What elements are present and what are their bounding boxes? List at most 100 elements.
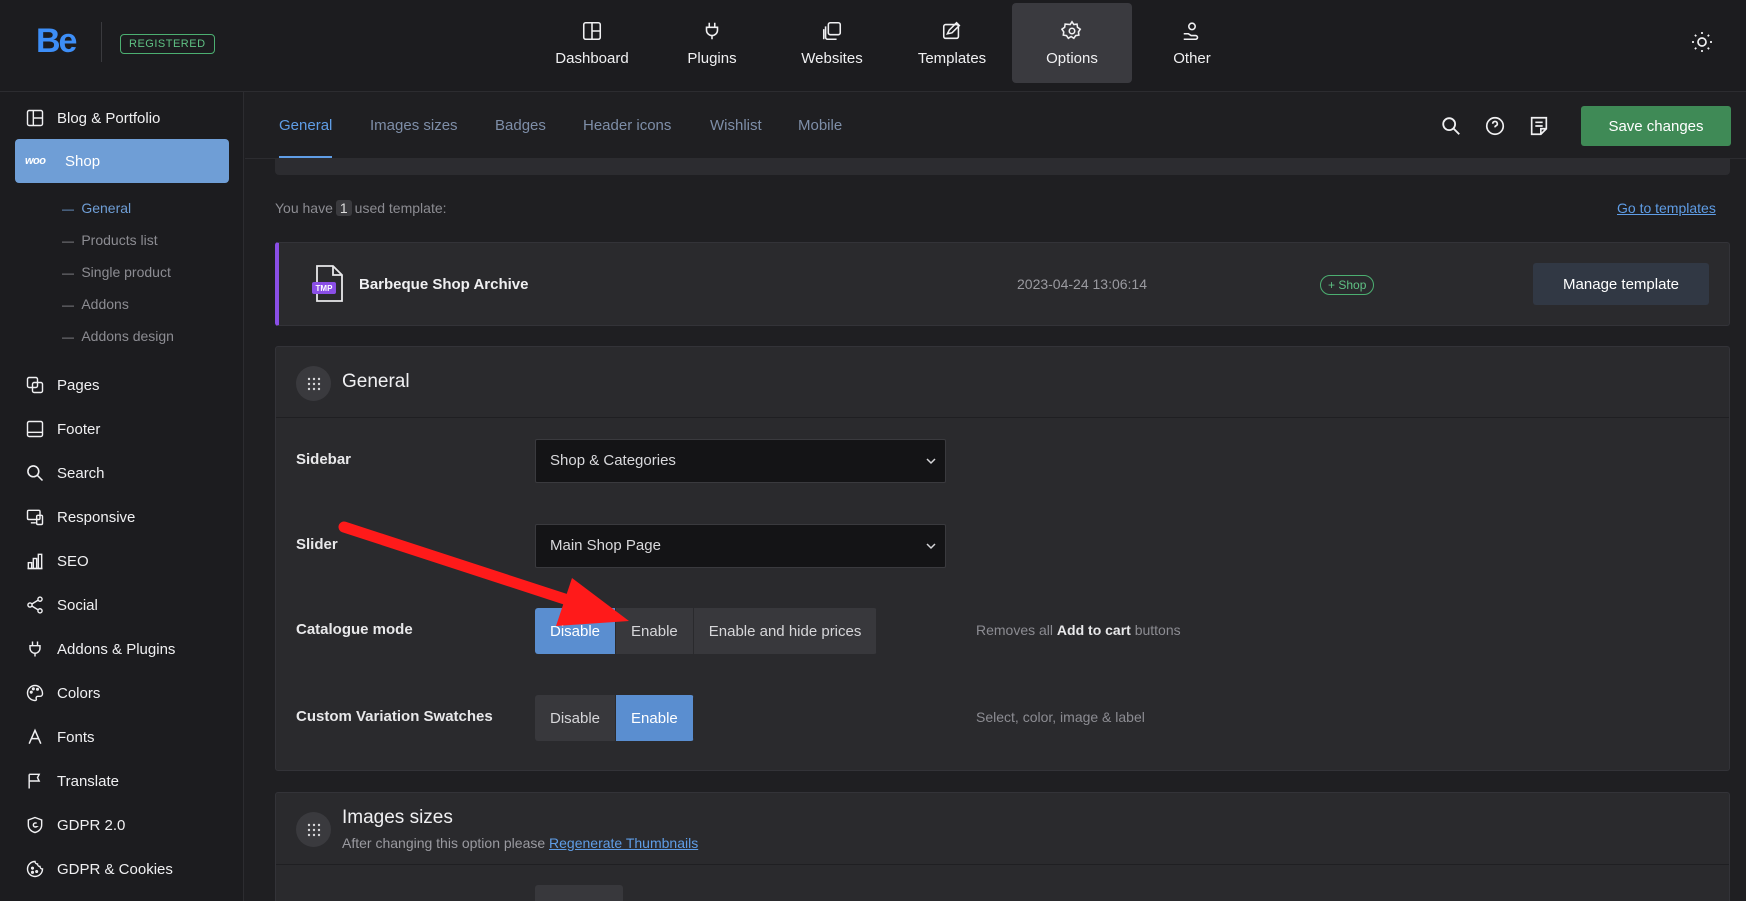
tab-mobile[interactable]: Mobile (798, 93, 842, 159)
sidebar-item-label: Fonts (57, 728, 95, 746)
nav-plugins[interactable]: Plugins (652, 3, 772, 83)
chevron-down-icon (926, 543, 936, 550)
notes-icon[interactable] (1528, 115, 1550, 137)
go-to-templates-link[interactable]: Go to templates (1617, 200, 1716, 216)
sidebar-item-gdpr[interactable]: GDPR 2.0 (15, 803, 229, 847)
nav-label: Options (1046, 49, 1098, 67)
sidebar-item-label: Colors (57, 684, 101, 702)
sidebar-subitem-products-list[interactable]: Products list (62, 232, 157, 248)
sidebar-item-search[interactable]: Search (15, 451, 229, 495)
grid-dots-icon (307, 377, 320, 390)
nav-websites[interactable]: Websites (772, 3, 892, 83)
cookie-icon (26, 860, 44, 878)
tab-wishlist[interactable]: Wishlist (710, 93, 762, 159)
images-panel-subtitle: After changing this option please Regene… (342, 835, 698, 851)
sidebar-item-addons-plugins[interactable]: Addons & Plugins (15, 627, 229, 671)
regenerate-thumbnails-link[interactable]: Regenerate Thumbnails (549, 835, 698, 851)
sidebar-item-blog-portfolio[interactable]: Blog & Portfolio (15, 96, 229, 140)
websites-icon (822, 21, 842, 40)
tab-general[interactable]: General (279, 93, 333, 159)
sidebar-subitem-single-product[interactable]: Single product (62, 264, 171, 280)
template-icon-text: TMP (316, 284, 334, 293)
swatches-hint: Select, color, image & label (976, 709, 1145, 725)
nav-other[interactable]: Other (1132, 3, 1252, 83)
swatches-disable-option[interactable]: Disable (535, 695, 617, 741)
sidebar-item-seo[interactable]: SEO (15, 539, 229, 583)
sidebar-item-label: Social (57, 596, 98, 614)
top-bar: Be REGISTERED Dashboard Plugins Websites… (0, 0, 1746, 92)
help-icon[interactable] (1484, 115, 1506, 137)
slider-select[interactable]: Main Shop Page (535, 524, 946, 568)
nav-options[interactable]: Options (1012, 3, 1132, 83)
plug-icon (29, 641, 41, 657)
main-nav: Dashboard Plugins Websites Templates Opt… (532, 3, 1252, 83)
swatches-enable-option[interactable]: Enable (616, 695, 694, 741)
sidebar-item-responsive[interactable]: Responsive (15, 495, 229, 539)
share-icon (27, 596, 43, 614)
sidebar-item-label: GDPR & Cookies (57, 860, 173, 878)
sidebar-item-label: GDPR 2.0 (57, 816, 126, 834)
sub-tabs: General Images sizes Badges Header icons… (245, 93, 1746, 159)
save-changes-button[interactable]: Save changes (1581, 106, 1731, 146)
nav-templates[interactable]: Templates (892, 3, 1012, 83)
seo-icon (27, 553, 43, 570)
font-icon (28, 728, 42, 744)
sun-icon[interactable] (1690, 30, 1714, 54)
sidebar-item-colors[interactable]: Colors (15, 671, 229, 715)
sidebar-item-shop[interactable]: woo Shop (15, 139, 229, 183)
sidebar-item-label: Search (57, 464, 105, 482)
sidebar-item-pages[interactable]: Pages (15, 363, 229, 407)
image-size-input[interactable] (535, 885, 623, 901)
general-panel: General Sidebar Shop & Categories Slider… (275, 346, 1730, 771)
search-icon[interactable] (1440, 115, 1462, 137)
used-prefix: You have (275, 200, 333, 216)
sidebar-item-label: Translate (57, 772, 119, 790)
sidebar-select[interactable]: Shop & Categories (535, 439, 946, 483)
drag-handle[interactable] (296, 812, 331, 847)
template-name: Barbeque Shop Archive (359, 276, 529, 293)
template-type-badge: + Shop (1320, 275, 1375, 295)
sidebar: Blog & Portfolio woo Shop General Produc… (0, 92, 244, 901)
tab-header-icons[interactable]: Header icons (583, 93, 671, 159)
panel-title: Images sizes (342, 807, 453, 828)
general-panel-header: General (276, 347, 1729, 418)
sidebar-subitem-general[interactable]: General (62, 200, 131, 216)
catalogue-enable-option[interactable]: Enable (616, 608, 694, 654)
drag-handle[interactable] (296, 366, 331, 401)
responsive-icon (26, 509, 44, 526)
catalogue-mode-label: Catalogue mode (296, 621, 413, 638)
logo[interactable]: Be (36, 22, 77, 61)
catalogue-mode-hint: Removes all Add to cart buttons (976, 622, 1181, 638)
nav-label: Other (1173, 49, 1211, 67)
swatches-label: Custom Variation Swatches (296, 708, 493, 725)
gear-icon (1061, 19, 1082, 39)
sidebar-subitem-addons-design[interactable]: Addons design (62, 328, 174, 344)
woo-icon: woo (25, 155, 46, 167)
slider-select-value: Main Shop Page (550, 537, 661, 554)
templates-icon (942, 21, 961, 39)
sidebar-option-label: Sidebar (296, 451, 352, 468)
manage-template-button[interactable]: Manage template (1533, 263, 1709, 305)
tab-images-sizes[interactable]: Images sizes (370, 93, 458, 159)
sidebar-item-footer[interactable]: Footer (15, 407, 229, 451)
sidebar-item-translate[interactable]: Translate (15, 759, 229, 803)
sidebar-item-fonts[interactable]: Fonts (15, 715, 229, 759)
template-file-icon: TMP (312, 265, 343, 302)
plug-icon (705, 22, 719, 39)
catalogue-enable-hide-prices-option[interactable]: Enable and hide prices (693, 608, 878, 654)
sidebar-item-label: Responsive (57, 508, 136, 526)
catalogue-disable-option[interactable]: Disable (535, 608, 617, 654)
sidebar-item-label: Shop (65, 152, 101, 170)
collapsed-panel-edge (275, 158, 1730, 175)
sidebar-subitem-addons[interactable]: Addons (62, 296, 128, 312)
search-icon (27, 465, 44, 482)
sidebar-item-social[interactable]: Social (15, 583, 229, 627)
nav-dashboard[interactable]: Dashboard (532, 3, 652, 83)
layout-icon (26, 109, 44, 127)
sidebar-item-gdpr-cookies[interactable]: GDPR & Cookies (15, 847, 229, 891)
tab-badges[interactable]: Badges (495, 93, 546, 159)
sidebar-item-label: Addons & Plugins (57, 640, 176, 658)
flag-icon (28, 773, 41, 789)
footer-icon (26, 420, 44, 438)
chevron-down-icon (926, 458, 936, 465)
